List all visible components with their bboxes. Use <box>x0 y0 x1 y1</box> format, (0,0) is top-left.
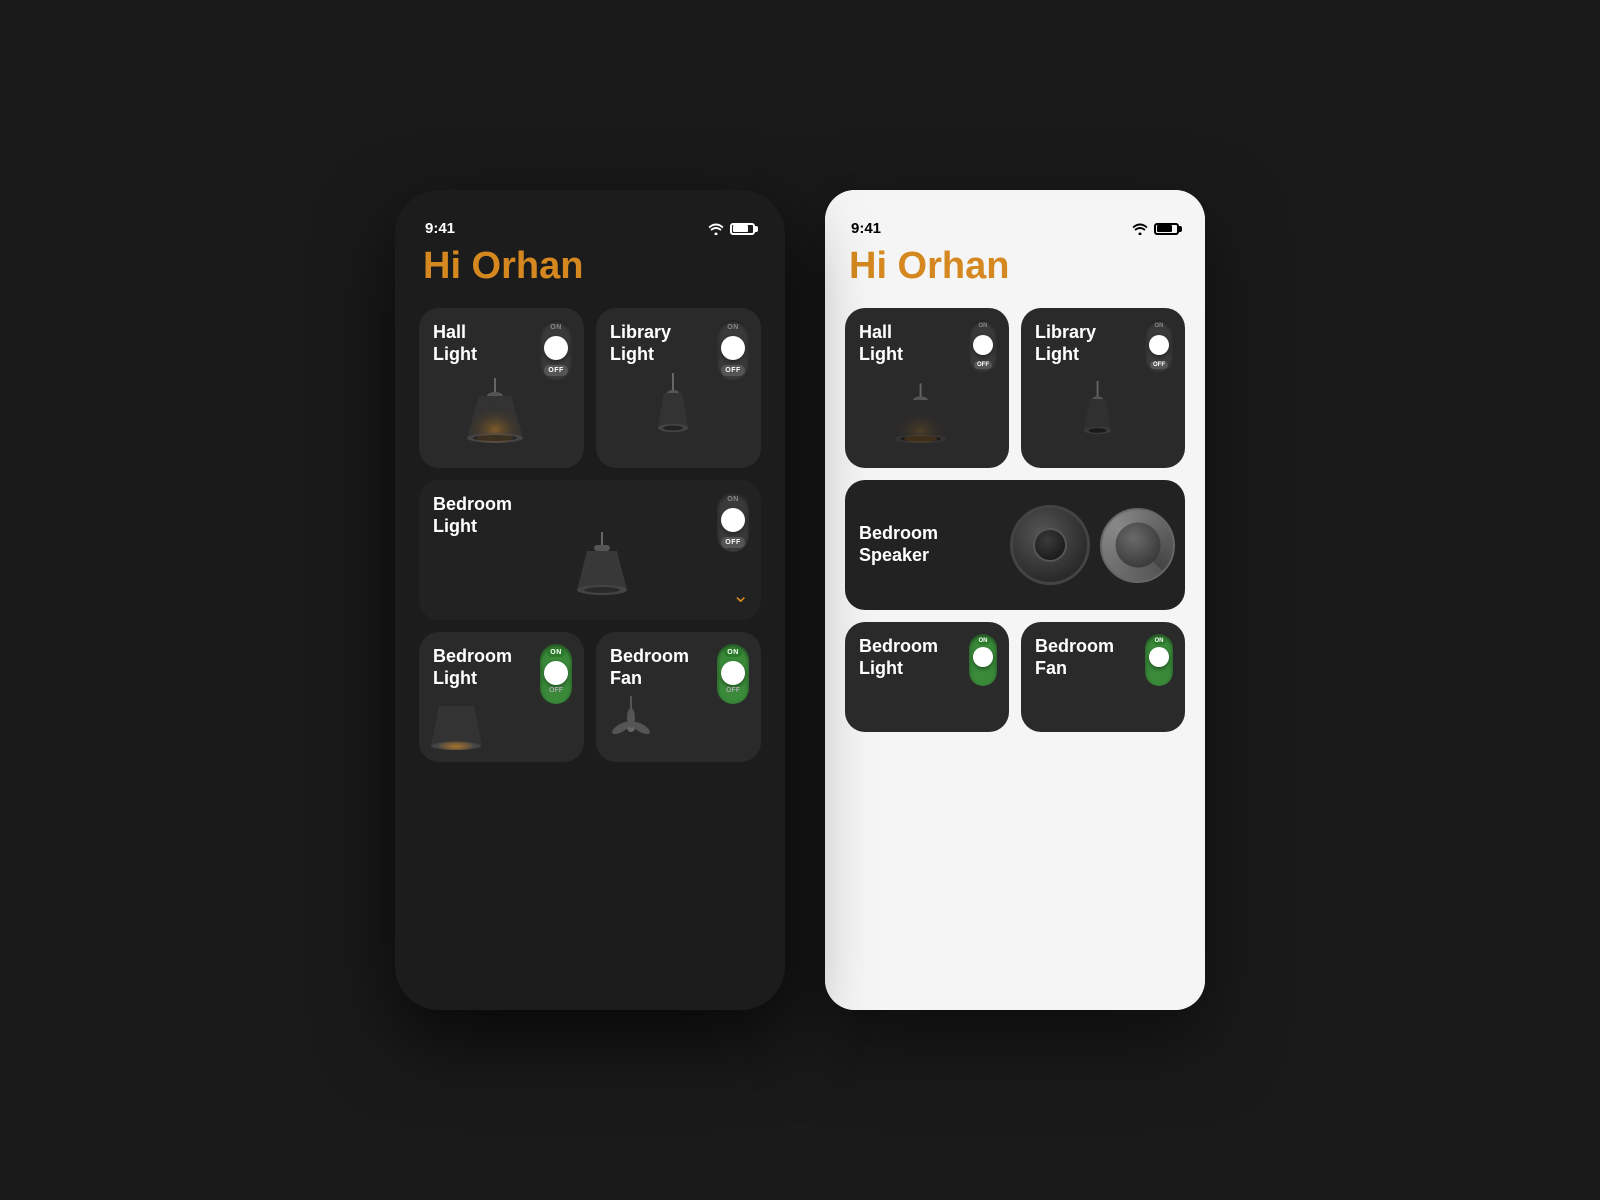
tablet-library-off-label: OFF <box>1150 361 1168 369</box>
phone-chevron-icon: ⌄ <box>732 583 749 608</box>
tablet-battery-icon <box>1154 223 1179 235</box>
tablet-time: 9:41 <box>851 220 881 237</box>
phone-row-1: HallLight ON OFF <box>419 308 761 468</box>
phone-bedroom-light-full-card[interactable]: BedroomLight ON OFF <box>419 480 761 620</box>
tablet-bedroom-fan-toggle[interactable]: ON <box>1145 634 1173 686</box>
tablet-hall-light-card[interactable]: HallLight ON OFF <box>845 308 1009 468</box>
phone-bedroom-off-label: OFF <box>721 537 745 548</box>
phone-hall-lamp <box>463 378 528 458</box>
phone-library-off-label: OFF <box>721 365 745 376</box>
tablet-speaker-viz <box>1010 505 1175 585</box>
tablet-library-on-label: ON <box>1155 323 1164 329</box>
tablet-speaker-label: BedroomSpeaker <box>859 523 938 566</box>
tablet-library-light-card[interactable]: LibraryLight ON OFF <box>1021 308 1185 468</box>
wifi-icon <box>708 223 724 235</box>
phone-greeting: Hi Orhan <box>419 245 761 288</box>
tablet-wifi-icon <box>1132 223 1148 235</box>
phone-bls-on-label: ON <box>547 648 565 657</box>
tablet-row-3: BedroomLight ON BedroomFan <box>845 622 1185 732</box>
phone-fan-knob <box>721 661 745 685</box>
phone-bls-knob <box>544 661 568 685</box>
light-tablet: 9:41 Hi Orhan HallLig <box>825 190 1205 1010</box>
phone-bedroom-toggle[interactable]: ON OFF <box>717 492 749 552</box>
phone-bedroom-label: BedroomLight <box>433 494 747 537</box>
phone-hall-off-label: OFF <box>544 365 568 376</box>
phone-fan-illustration <box>606 696 656 756</box>
phone-library-on-label: ON <box>727 324 739 331</box>
phone-bedroom-lamp <box>572 532 632 612</box>
tablet-library-toggle[interactable]: ON OFF <box>1145 320 1173 372</box>
phone-status-bar: 9:41 <box>419 210 761 245</box>
phone-fan-off-label: OFF <box>726 687 740 694</box>
tablet-bl-knob <box>973 647 993 667</box>
tablet-knob[interactable] <box>1100 508 1175 583</box>
tablet-status-bar: 9:41 <box>845 210 1185 245</box>
phone-bedroom-fan-toggle[interactable]: ON OFF <box>717 644 749 704</box>
tablet-hall-toggle[interactable]: ON OFF <box>969 320 997 372</box>
dark-phone: 9:41 Hi Orhan HallLig <box>395 190 785 1010</box>
phone-row-3: BedroomLight ON OFF <box>419 632 761 762</box>
phone-library-toggle[interactable]: ON OFF <box>717 320 749 380</box>
phone-bedroom-knob <box>721 508 745 532</box>
tablet-greeting: Hi Orhan <box>845 245 1185 288</box>
tablet-bl-on-label: ON <box>977 637 990 645</box>
tablet-hall-on-label: ON <box>979 323 988 329</box>
tablet-speaker-circle <box>1010 505 1090 585</box>
phone-hall-knob <box>544 336 568 360</box>
tablet-bedroom-light-toggle[interactable]: ON <box>969 634 997 686</box>
tablet-bedroom-light-card[interactable]: BedroomLight ON <box>845 622 1009 732</box>
phone-fan-on-label: ON <box>724 648 742 657</box>
phone-time: 9:41 <box>425 220 455 237</box>
tablet-hall-off-label: OFF <box>974 361 992 369</box>
scene: 9:41 Hi Orhan HallLig <box>335 130 1265 1070</box>
phone-hall-light-card[interactable]: HallLight ON OFF <box>419 308 584 468</box>
tablet-hall-knob <box>973 335 993 355</box>
phone-hall-on-label: ON <box>550 324 562 331</box>
phone-bedroom-on-label: ON <box>727 496 739 503</box>
tablet-library-knob <box>1149 335 1169 355</box>
tablet-library-lamp <box>1073 381 1123 458</box>
phone-bedroom-light-small-toggle[interactable]: ON OFF <box>540 644 572 704</box>
phone-library-knob <box>721 336 745 360</box>
battery-icon <box>730 223 755 235</box>
phone-device-grid: HallLight ON OFF <box>419 308 761 762</box>
phone-library-lamp <box>646 373 701 458</box>
phone-bls-lamp <box>429 696 484 756</box>
tablet-speaker-card[interactable]: BedroomSpeaker <box>845 480 1185 610</box>
tablet-hall-lamp <box>891 383 951 458</box>
phone-hall-toggle[interactable]: ON OFF <box>540 320 572 380</box>
tablet-device-grid: HallLight ON OFF <box>845 308 1185 732</box>
phone-bedroom-fan-card[interactable]: BedroomFan ON OFF <box>596 632 761 762</box>
tablet-fan-knob <box>1149 647 1169 667</box>
phone-bls-off-label: OFF <box>549 687 563 694</box>
phone-bedroom-light-small-card[interactable]: BedroomLight ON OFF <box>419 632 584 762</box>
tablet-fan-on-label: ON <box>1153 637 1166 645</box>
tablet-row-1: HallLight ON OFF <box>845 308 1185 468</box>
phone-library-light-card[interactable]: LibraryLight ON OFF <box>596 308 761 468</box>
tablet-bedroom-fan-card[interactable]: BedroomFan ON <box>1021 622 1185 732</box>
